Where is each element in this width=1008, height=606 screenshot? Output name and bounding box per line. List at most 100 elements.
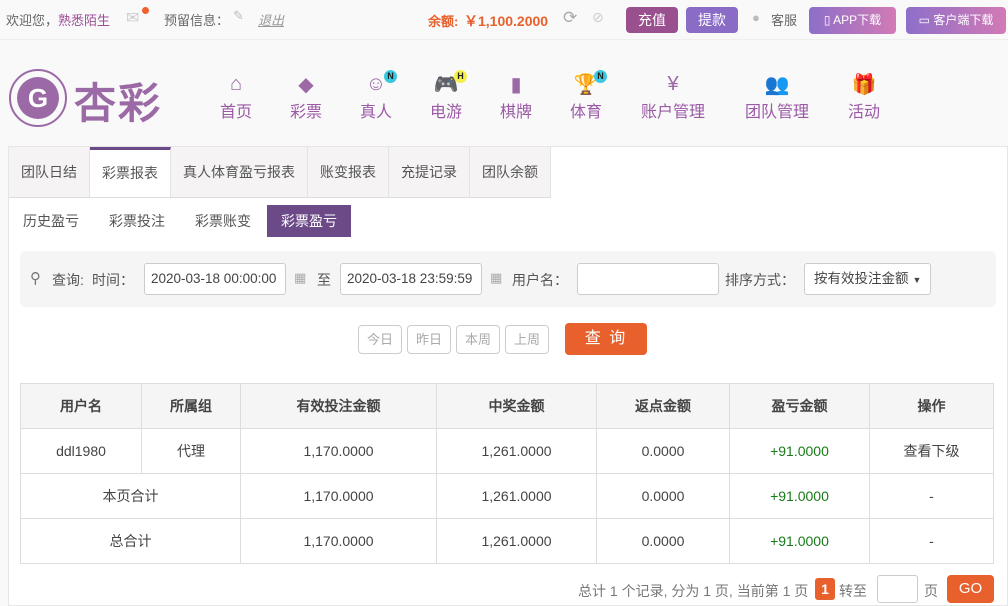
query-label: 查询: [52, 272, 84, 288]
nav-item-game-controller[interactable]: 🎮 H 电游 [406, 70, 486, 122]
recharge-button[interactable]: 充值 [626, 7, 678, 33]
nav-item-gift[interactable]: 🎁 活动 [824, 70, 904, 122]
page-label: 页 [924, 583, 938, 599]
table-cell: 0.0000 [596, 428, 730, 474]
sort-select[interactable]: 按有效投注金额 ▼ [804, 263, 931, 295]
cards-icon: ▮ [510, 73, 522, 96]
balance-label: 余额: [428, 14, 459, 29]
column-header: 有效投注金额 [240, 383, 437, 429]
sort-label: 排序方式： [725, 272, 795, 288]
quick-range-button[interactable]: 上周 [505, 325, 549, 354]
ticket-icon: ◆ [298, 73, 314, 96]
tab-5[interactable]: 团队余额 [470, 147, 551, 197]
logo[interactable]: G [8, 68, 68, 128]
username[interactable]: 熟悉陌生 [58, 10, 110, 29]
calendar-icon[interactable]: ▦ [490, 270, 502, 286]
report-tabs: 团队日结 彩票报表 真人体育盈亏报表 账变报表 充提记录 团队余额 [9, 147, 551, 198]
table-cell: ddl1980 [20, 428, 142, 474]
subtab-0[interactable]: 历史盈亏 [9, 205, 93, 237]
search-button[interactable]: 查 询 [565, 323, 647, 355]
tab-2[interactable]: 真人体育盈亏报表 [171, 147, 308, 197]
chevron-down-icon: ▼ [912, 275, 922, 285]
column-header: 用户名 [20, 383, 142, 429]
nav-label: 真人 [359, 104, 392, 121]
nav-label: 账户管理 [640, 104, 705, 121]
grand_total-row: 总合计 1,170.0000 1,261.0000 0.0000 +91.0000- [20, 518, 994, 564]
report-panel: 团队日结 彩票报表 真人体育盈亏报表 账变报表 充提记录 团队余额 历史盈亏 彩票投注 彩票账… [8, 146, 1008, 606]
service-link[interactable]: 客服 [771, 10, 797, 29]
username-input[interactable] [577, 263, 719, 295]
table-cell: 本页合计 [20, 473, 241, 519]
table-cell: 1,261.0000 [436, 518, 597, 564]
table-cell: 1,170.0000 [240, 473, 437, 519]
goto-label: 转至 [839, 583, 867, 599]
svg-text:G: G [28, 83, 48, 113]
end-time-input[interactable]: 2020-03-18 23:59:59 [340, 263, 482, 295]
tab-1[interactable]: 彩票报表 [90, 147, 171, 197]
nav-badge: H [454, 70, 467, 83]
edit-icon[interactable]: ✎ [233, 8, 244, 24]
mail-icon[interactable]: ✉ [126, 7, 149, 28]
quick-range-button[interactable]: 今日 [358, 325, 402, 354]
team-icon: 👥 [764, 73, 790, 96]
app-download-button[interactable]: ▯ APP下载 [809, 7, 896, 34]
column-header: 操作 [869, 383, 994, 429]
subtab-1[interactable]: 彩票投注 [95, 205, 179, 237]
reserved-info-label: 预留信息： [164, 13, 230, 28]
refresh-icon[interactable]: ⟳ [563, 8, 577, 28]
subtab-2[interactable]: 彩票账变 [181, 205, 265, 237]
table-cell[interactable]: 查看下级 [869, 428, 994, 474]
column-header: 盈亏金额 [729, 383, 870, 429]
nav-badge: N [594, 70, 607, 83]
table-cell: 1,261.0000 [436, 473, 597, 519]
table-row: ddl1980 代理 1,170.0000 1,261.0000 0.0000 +91.0… [20, 428, 994, 474]
monitor-icon: ▭ [918, 13, 934, 27]
nav-badge: N [384, 70, 397, 83]
start-time-input[interactable]: 2020-03-18 00:00:00 [144, 263, 286, 295]
page_total-row: 本页合计 1,170.0000 1,261.0000 0.0000 +91.0000- [20, 473, 994, 519]
column-header: 返点金额 [596, 383, 730, 429]
tab-4[interactable]: 充提记录 [389, 147, 470, 197]
table-cell: 1,170.0000 [240, 518, 437, 564]
nav-label: 体育 [569, 104, 602, 121]
nav-label: 首页 [219, 104, 252, 121]
pager-summary: 总计 1 个记录, 分为 1 页, 当前第 1 页 [578, 583, 809, 599]
tab-3[interactable]: 账变报表 [308, 147, 389, 197]
column-header: 所属组 [141, 383, 241, 429]
table-cell: 0.0000 [596, 518, 730, 564]
nav-item-ticket[interactable]: ◆ 彩票 [266, 70, 346, 122]
page-input[interactable] [877, 575, 918, 603]
yuan-coin-icon: ¥ [667, 72, 679, 95]
table-cell: +91.0000 [729, 518, 870, 564]
client-download-button[interactable]: ▭ 客户端下载 [906, 7, 1006, 34]
quick-range-button[interactable]: 本周 [456, 325, 500, 354]
nav-label: 电游 [429, 104, 462, 121]
service-icon[interactable]: ● [752, 10, 760, 25]
calendar-icon[interactable]: ▦ [294, 270, 306, 286]
withdraw-button[interactable]: 提款 [686, 7, 738, 33]
nav-label: 棋牌 [499, 104, 532, 121]
nav-item-cards[interactable]: ▮ 棋牌 [476, 70, 556, 122]
table-cell: 0.0000 [596, 473, 730, 519]
nav-item-team[interactable]: 👥 团队管理 [737, 70, 817, 122]
top-bar: 欢迎您， 熟悉陌生 ✉ 预留信息： ✎ 退出 余额: ￥1,100.2000 ⟳… [0, 0, 1008, 40]
nav-item-home[interactable]: ⌂ 首页 [196, 70, 276, 122]
hide-balance-icon[interactable]: ⊘ [592, 9, 604, 26]
current-page[interactable]: 1 [815, 578, 835, 600]
time-label: 时间： [92, 272, 134, 288]
column-header: 中奖金额 [436, 383, 597, 429]
nav-item-live-dealer[interactable]: ☺ N 真人 [336, 70, 416, 122]
search-icon: ⚲ [30, 270, 41, 287]
logout-link[interactable]: 退出 [258, 10, 284, 29]
welcome-text: 欢迎您， [6, 13, 59, 28]
quick-range-button[interactable]: 昨日 [407, 325, 451, 354]
table-cell: 总合计 [20, 518, 241, 564]
go-button[interactable]: GO [947, 575, 994, 603]
subtab-3[interactable]: 彩票盈亏 [267, 205, 351, 237]
nav-item-trophy[interactable]: 🏆 N 体育 [546, 70, 626, 122]
tab-0[interactable]: 团队日结 [9, 147, 90, 197]
nav-item-yuan-coin[interactable]: ¥ 账户管理 [633, 70, 713, 122]
username-label: 用户名： [512, 272, 568, 288]
nav-label: 团队管理 [744, 104, 809, 121]
table-cell: +91.0000 [729, 473, 870, 519]
